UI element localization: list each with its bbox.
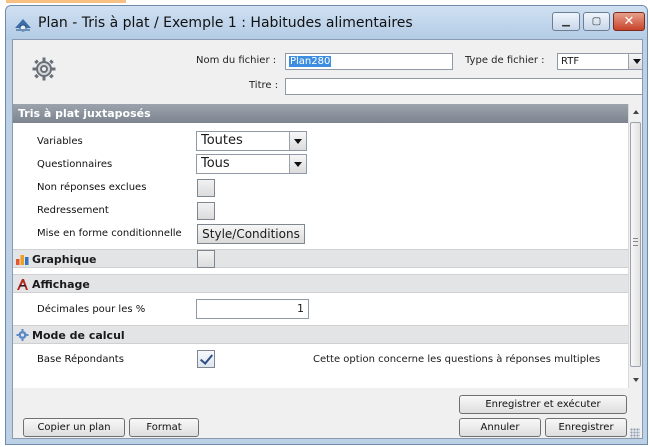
questionnaires-label: Questionnaires: [37, 159, 113, 170]
section-tris-header[interactable]: Tris à plat juxtaposés: [13, 104, 628, 123]
vertical-scrollbar[interactable]: [628, 104, 642, 388]
title-input[interactable]: [285, 78, 642, 95]
copy-plan-button[interactable]: Copier un plan: [23, 418, 125, 437]
section-affichage-title: Affichage: [32, 278, 90, 291]
section-affichage-header[interactable]: Affichage: [13, 274, 628, 293]
save-button[interactable]: Enregistrer: [545, 418, 627, 437]
variables-label: Variables: [37, 136, 83, 147]
base-repondants-checkbox[interactable]: [197, 350, 215, 368]
filetype-label: Type de fichier :: [465, 55, 545, 66]
scroll-down-icon[interactable]: [629, 372, 642, 388]
gear-icon[interactable]: [31, 56, 57, 82]
app-icon: [15, 19, 31, 32]
bar-chart-icon: [16, 255, 29, 265]
questionnaires-value: Tous: [201, 156, 230, 171]
filename-value: Plan280: [289, 56, 332, 67]
format-button[interactable]: Format: [129, 418, 199, 437]
style-conditions-button[interactable]: Style/Conditions: [197, 224, 305, 244]
cog-icon: [16, 329, 29, 341]
minimize-button[interactable]: ▁: [552, 12, 580, 31]
multiple-answers-note: Cette option concerne les questions à ré…: [313, 354, 601, 365]
chevron-down-icon[interactable]: [289, 132, 306, 150]
redressement-checkbox[interactable]: [197, 202, 215, 220]
maximize-button[interactable]: ▢: [583, 12, 610, 31]
graphique-checkbox[interactable]: [197, 250, 215, 268]
non-reponses-label: Non réponses exclues: [37, 182, 147, 193]
close-button[interactable]: ✕: [613, 12, 645, 31]
window-title: Plan - Tris à plat / Exemple 1 : Habitud…: [38, 15, 413, 31]
section-graphique-title: Graphique: [32, 253, 97, 266]
scroll-up-icon[interactable]: [629, 104, 642, 120]
title-bar[interactable]: Plan - Tris à plat / Exemple 1 : Habitud…: [6, 6, 647, 40]
chevron-down-icon[interactable]: [628, 54, 642, 69]
cancel-button[interactable]: Annuler: [459, 418, 541, 437]
filename-input[interactable]: Plan280: [285, 53, 453, 70]
non-reponses-checkbox[interactable]: [197, 179, 215, 197]
affichage-icon: [17, 279, 28, 290]
section-graphique-header[interactable]: Graphique: [13, 249, 628, 268]
section-mode-calcul-title: Mode de calcul: [32, 329, 125, 342]
scroll-thumb[interactable]: [630, 122, 641, 367]
decimales-input[interactable]: 1: [196, 299, 309, 319]
filename-label: Nom du fichier :: [196, 55, 277, 66]
orange-mark: [6, 0, 126, 3]
file-header: Nom du fichier : Plan280 Type de fichier…: [13, 40, 642, 104]
save-and-run-button[interactable]: Enregistrer et exécuter: [459, 395, 627, 414]
maximize-icon: ▢: [591, 16, 602, 27]
grip-icon: [633, 238, 638, 246]
variables-value: Toutes: [201, 133, 243, 148]
title-label: Titre :: [249, 80, 279, 91]
minimize-icon: ▁: [562, 16, 570, 27]
base-repondants-label: Base Répondants: [37, 354, 124, 365]
decimales-label: Décimales pour les %: [37, 304, 146, 315]
dialog-window: Plan - Tris à plat / Exemple 1 : Habitud…: [5, 5, 648, 445]
dialog-client: Nom du fichier : Plan280 Type de fichier…: [12, 39, 643, 439]
section-mode-calcul-header[interactable]: Mode de calcul: [13, 325, 628, 344]
redressement-label: Redressement: [37, 205, 109, 216]
dialog-footer: Enregistrer et exécuter Copier un plan F…: [13, 388, 642, 438]
filetype-value: RTF: [561, 56, 580, 67]
variables-select[interactable]: Toutes: [196, 131, 307, 151]
mise-en-forme-label: Mise en forme conditionnelle: [37, 228, 182, 239]
close-icon: ✕: [623, 14, 635, 29]
chevron-down-icon[interactable]: [289, 155, 306, 173]
questionnaires-select[interactable]: Tous: [196, 154, 307, 174]
options-panel: Tris à plat juxtaposés Variables Toutes …: [13, 104, 628, 388]
resize-grip-icon[interactable]: [630, 428, 640, 438]
filetype-select[interactable]: RTF: [557, 53, 642, 70]
